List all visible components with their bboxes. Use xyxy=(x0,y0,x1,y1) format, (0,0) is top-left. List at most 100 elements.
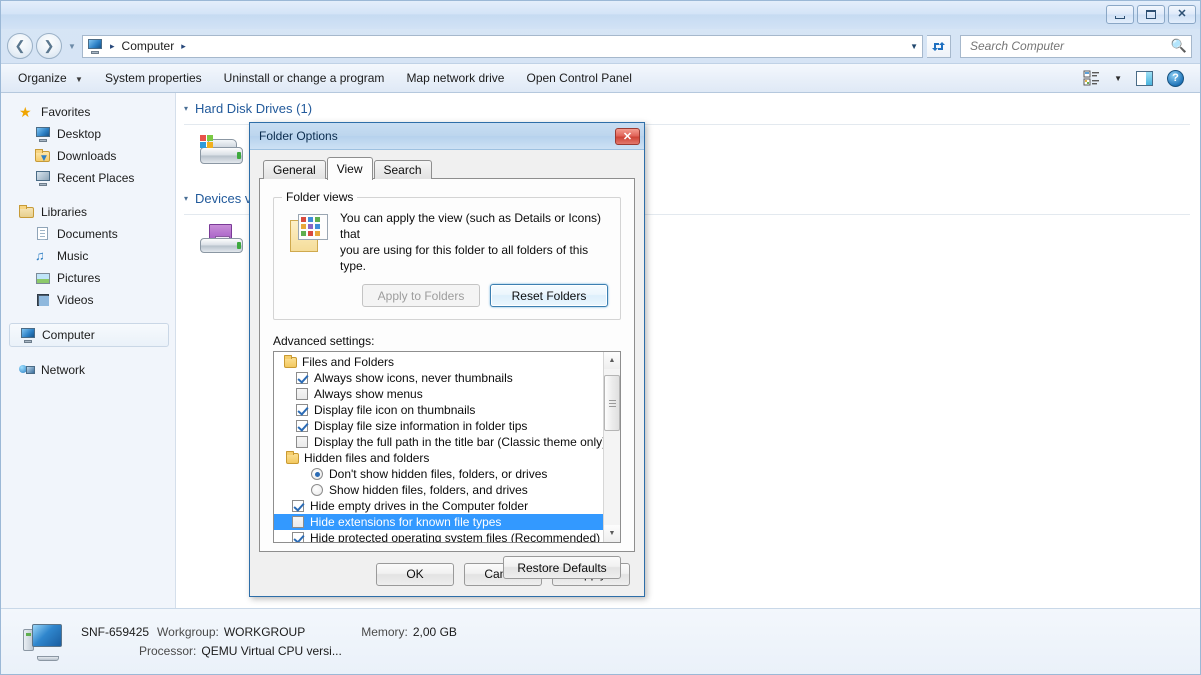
sidebar-item-music[interactable]: ♫ Music xyxy=(1,245,175,267)
refresh-button[interactable] xyxy=(927,34,951,58)
sidebar-group-libraries-label: Libraries xyxy=(41,205,88,219)
preview-pane-icon xyxy=(1136,70,1153,86)
list-item-hide-empty-drives[interactable]: Hide empty drives in the Computer folder xyxy=(274,498,603,514)
pictures-icon xyxy=(35,270,51,286)
back-button[interactable]: ❮ xyxy=(7,33,33,59)
uninstall-or-change-a-program-button[interactable]: Uninstall or change a program xyxy=(213,67,396,89)
breadcrumb-separator: ▸ xyxy=(110,40,115,51)
preview-pane-button[interactable] xyxy=(1130,68,1159,89)
tab-search[interactable]: Search xyxy=(373,160,432,179)
window-titlebar[interactable]: ✕ xyxy=(1,1,1200,29)
advanced-settings-items: Files and Folders Always show icons, nev… xyxy=(274,352,603,542)
help-button[interactable]: ? xyxy=(1161,67,1190,90)
breadcrumb-separator-2[interactable]: ▸ xyxy=(177,41,190,52)
sidebar-item-pictures[interactable]: Pictures xyxy=(1,267,175,289)
sidebar-item-pictures-label: Pictures xyxy=(57,271,101,285)
map-network-drive-button[interactable]: Map network drive xyxy=(395,67,515,89)
recent-pages-button[interactable]: ▼ xyxy=(66,42,78,51)
checkbox-icon[interactable] xyxy=(296,388,308,400)
processor-label: Processor: xyxy=(139,643,197,658)
chevron-down-icon: ▼ xyxy=(75,75,83,84)
sidebar-item-documents[interactable]: Documents xyxy=(1,223,175,245)
sidebar-item-videos[interactable]: Videos xyxy=(1,289,175,311)
maximize-button[interactable] xyxy=(1137,5,1165,24)
tab-panel-view: Folder views You can apply the view (suc… xyxy=(259,178,635,579)
tab-view[interactable]: View xyxy=(326,157,373,180)
close-button[interactable]: ✕ xyxy=(1168,5,1196,24)
music-icon: ♫ xyxy=(35,248,45,263)
list-item-display-the-full-path-in-the-title-bar[interactable]: Display the full path in the title bar (… xyxy=(274,434,603,450)
network-icon xyxy=(19,362,35,378)
list-item-dont-show-hidden-files[interactable]: Don't show hidden files, folders, or dri… xyxy=(274,466,603,482)
open-control-panel-button[interactable]: Open Control Panel xyxy=(515,67,642,89)
apply-to-folders-button[interactable]: Apply to Folders xyxy=(362,284,480,307)
sidebar-item-desktop[interactable]: Desktop xyxy=(1,123,175,145)
list-item-group-hidden-files-and-folders[interactable]: Hidden files and folders xyxy=(274,450,603,466)
list-item-show-hidden-files[interactable]: Show hidden files, folders, and drives xyxy=(274,482,603,498)
restore-defaults-button[interactable]: Restore Defaults xyxy=(503,556,621,579)
collapse-triangle-icon-2[interactable]: ▾ xyxy=(184,194,188,203)
window-controls: ✕ xyxy=(1106,5,1196,24)
organize-button[interactable]: Organize ▼ xyxy=(7,67,94,89)
dialog-close-button[interactable]: ✕ xyxy=(615,127,640,145)
sidebar-item-downloads[interactable]: ▼ Downloads xyxy=(1,145,175,167)
breadcrumb-computer[interactable]: Computer xyxy=(119,39,178,53)
search-input[interactable] xyxy=(968,38,1171,54)
collapse-triangle-icon[interactable]: ▾ xyxy=(184,104,188,113)
checkbox-icon[interactable] xyxy=(292,532,304,542)
command-bar-right: ▼ ? xyxy=(1077,67,1194,90)
folder-views-legend: Folder views xyxy=(282,190,358,204)
sidebar-item-recent-places-label: Recent Places xyxy=(57,171,135,185)
list-item-display-file-icon-on-thumbnails[interactable]: Display file icon on thumbnails xyxy=(274,402,603,418)
restore-defaults-row: Restore Defaults xyxy=(273,556,621,579)
minimize-button[interactable] xyxy=(1106,5,1134,24)
forward-button[interactable]: ❯ xyxy=(36,33,62,59)
checkbox-icon[interactable] xyxy=(296,404,308,416)
reset-folders-button[interactable]: Reset Folders xyxy=(490,284,608,307)
search-box[interactable]: 🔍 xyxy=(960,34,1192,58)
sidebar-item-computer[interactable]: Computer xyxy=(9,323,169,347)
address-dropdown-icon[interactable]: ▼ xyxy=(910,36,918,57)
advanced-settings-listbox[interactable]: Files and Folders Always show icons, nev… xyxy=(273,351,621,543)
scrollbar-track[interactable] xyxy=(604,369,620,525)
list-item-hide-protected-operating-system-files[interactable]: Hide protected operating system files (R… xyxy=(274,530,603,542)
folder-options-dialog: Folder Options ✕ General View Search Fol… xyxy=(249,122,645,597)
system-properties-button[interactable]: System properties xyxy=(94,67,213,89)
change-view-button[interactable] xyxy=(1077,67,1106,89)
list-item-display-file-size-information-in-folder-tips[interactable]: Display file size information in folder … xyxy=(274,418,603,434)
sidebar-item-videos-label: Videos xyxy=(57,293,94,307)
sidebar-item-network[interactable]: Network xyxy=(1,359,175,381)
group-header-hard-disk-drives[interactable]: ▾ Hard Disk Drives (1) xyxy=(176,93,1200,118)
list-item-label: Don't show hidden files, folders, or dri… xyxy=(329,467,548,481)
checkbox-icon[interactable] xyxy=(296,436,308,448)
search-icon[interactable]: 🔍 xyxy=(1171,38,1187,54)
list-item-group-files-and-folders[interactable]: Files and Folders xyxy=(274,354,603,370)
radio-icon[interactable] xyxy=(311,468,323,480)
list-item-always-show-menus[interactable]: Always show menus xyxy=(274,386,603,402)
folder-views-groupbox: Folder views You can apply the view (suc… xyxy=(273,190,621,320)
sidebar-group-libraries[interactable]: Libraries xyxy=(1,201,175,223)
downloads-folder-icon: ▼ xyxy=(35,148,51,164)
checkbox-icon[interactable] xyxy=(292,500,304,512)
sidebar-item-recent-places[interactable]: Recent Places xyxy=(1,167,175,189)
scroll-down-button[interactable]: ▼ xyxy=(604,525,620,542)
checkbox-icon[interactable] xyxy=(296,372,308,384)
sidebar-group-favorites[interactable]: ★ Favorites xyxy=(1,101,175,123)
checkbox-icon[interactable] xyxy=(292,516,304,528)
sidebar-item-documents-label: Documents xyxy=(57,227,118,241)
list-item-hide-extensions-for-known-file-types[interactable]: Hide extensions for known file types xyxy=(274,514,603,530)
checkbox-icon[interactable] xyxy=(296,420,308,432)
dialog-titlebar[interactable]: Folder Options ✕ xyxy=(250,123,644,150)
scrollbar-thumb[interactable] xyxy=(604,375,620,431)
radio-icon[interactable] xyxy=(311,484,323,496)
address-bar[interactable]: ▸ Computer ▸ ▼ xyxy=(82,34,923,58)
documents-icon xyxy=(35,226,51,242)
minimize-icon xyxy=(1115,15,1125,19)
tab-general[interactable]: General xyxy=(263,160,326,179)
list-item-always-show-icons-never-thumbnails[interactable]: Always show icons, never thumbnails xyxy=(274,370,603,386)
listbox-scrollbar[interactable]: ▲ ▼ xyxy=(603,352,620,542)
scroll-up-button[interactable]: ▲ xyxy=(604,352,620,369)
list-item-label: Display file size information in folder … xyxy=(314,419,528,433)
view-dropdown-button[interactable]: ▼ xyxy=(1108,71,1128,86)
